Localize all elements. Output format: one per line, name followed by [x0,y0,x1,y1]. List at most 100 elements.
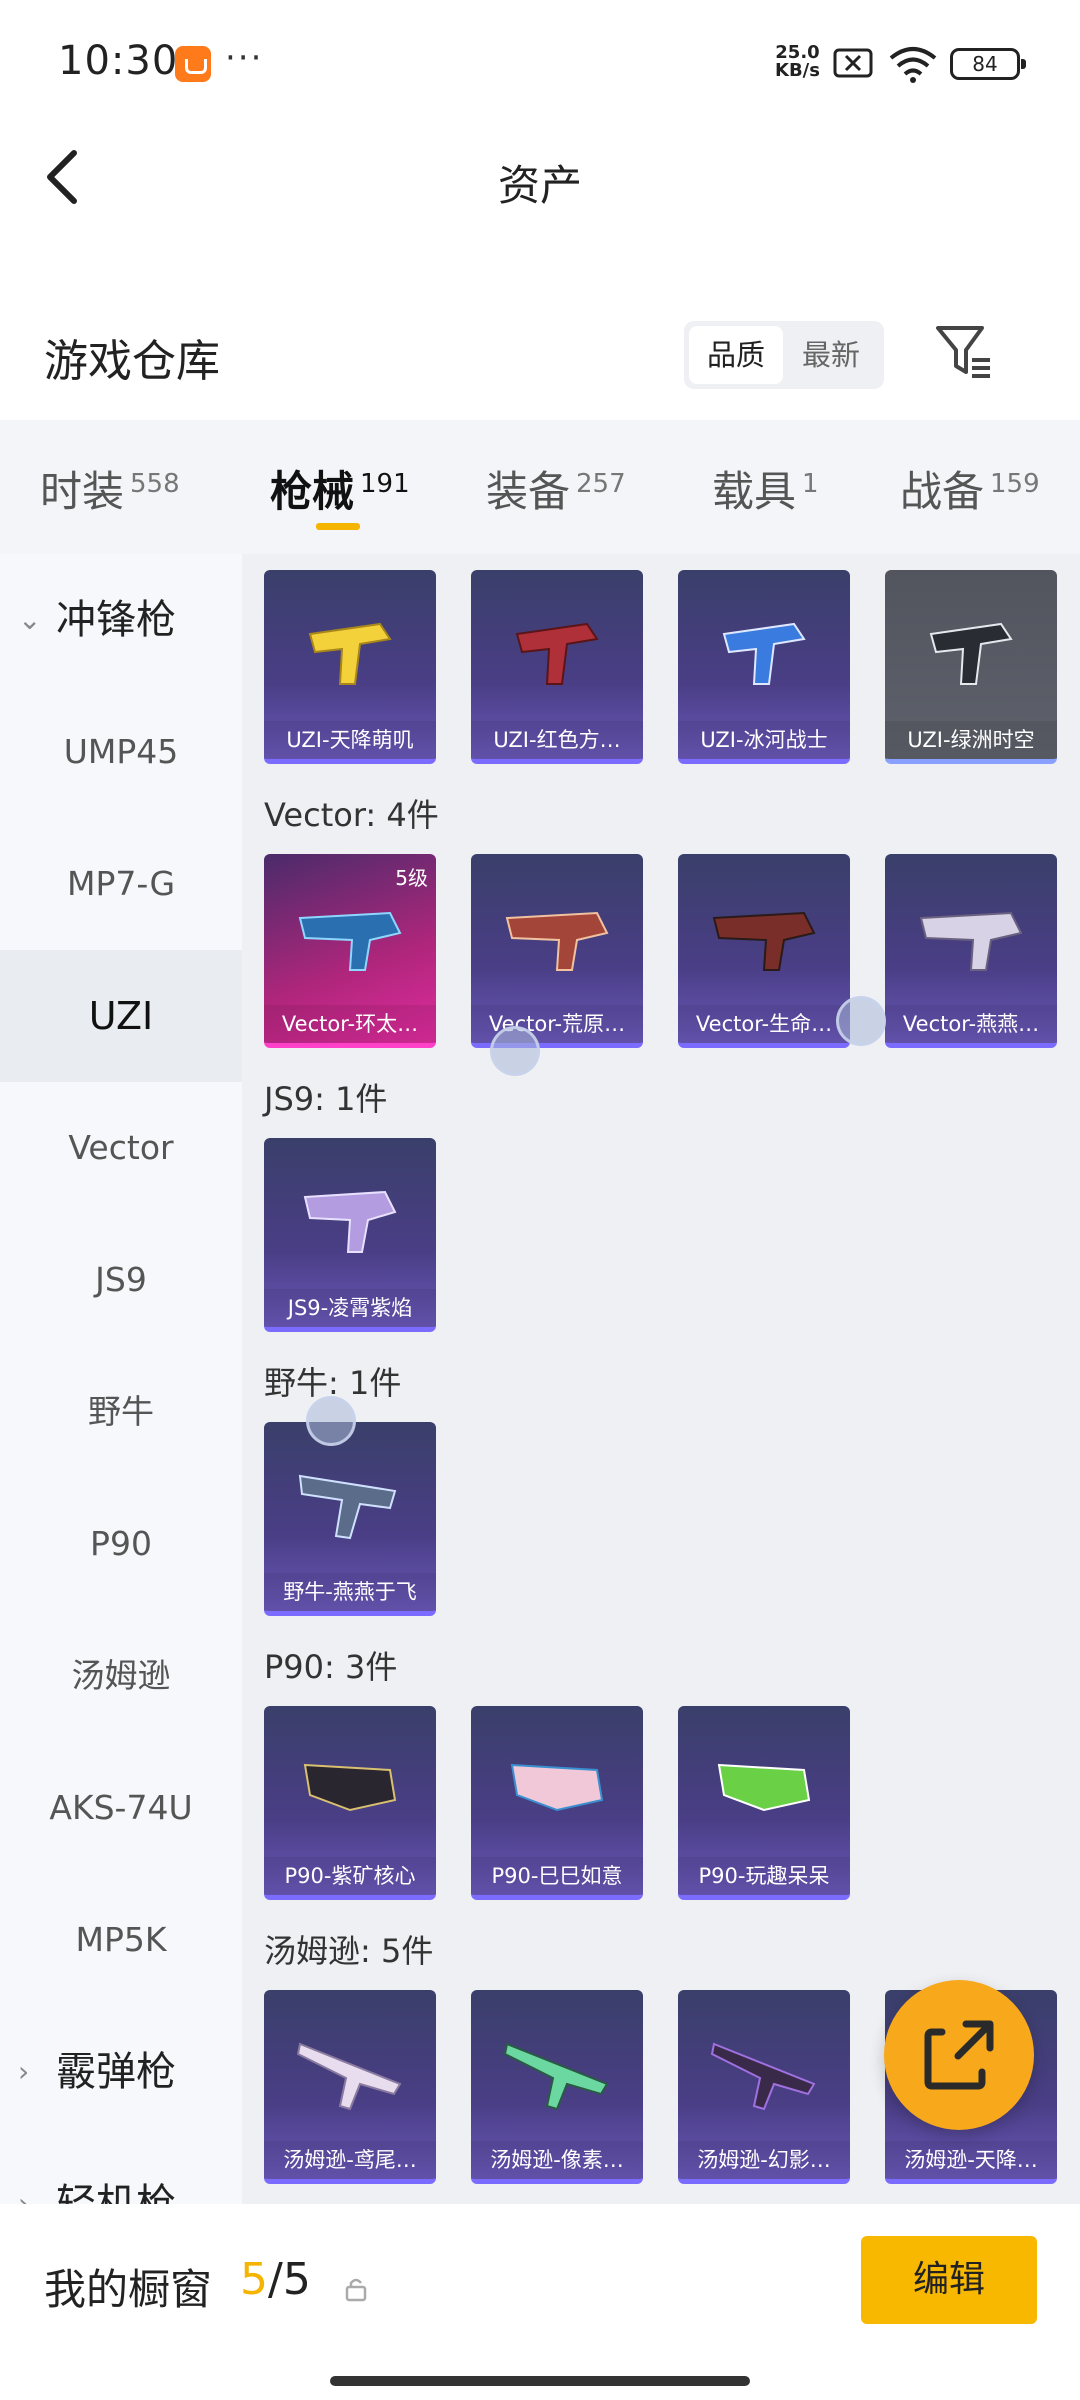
edit-button[interactable]: 编辑 [861,2236,1037,2324]
sidebar-group-label: 冲锋枪 [56,597,176,643]
tab-count: 558 [130,469,180,499]
weapon-image [712,911,816,971]
share-button[interactable] [884,1980,1034,2130]
chevron-right-icon: › [18,2187,30,2204]
weapon-card[interactable]: 汤姆逊-像素… [471,1990,643,2184]
filter-icon[interactable] [934,320,994,384]
weapon-name: UZI-红色方… [471,721,643,759]
tab-fashion[interactable]: 时装 558 [40,458,180,519]
page-title: 资产 [497,161,582,210]
sidebar-item-p90[interactable]: P90 [0,1478,242,1610]
tab-vehicles[interactable]: 载具 1 [712,458,819,519]
tab-count: 1 [802,469,819,499]
tab-label: 枪械 [270,467,355,516]
sort-newest-button[interactable]: 最新 [784,326,878,384]
sidebar-item-bison[interactable]: 野牛 [0,1346,242,1478]
weapon-card[interactable]: 5级 Vector-环太… [264,854,436,1048]
showcase-total: /5 [268,2254,311,2305]
weapon-image [515,622,599,685]
share-icon [924,2020,994,2090]
weapon-name: P90-巳巳如意 [471,1857,643,1895]
showcase-count: 5/5 [240,2254,311,2305]
tab-combat-gear[interactable]: 战备 159 [900,458,1040,519]
showcase-label: 我的橱窗 [44,2265,213,2314]
touch-indicator [306,1396,356,1446]
sidebar-group-label: 轻机枪 [56,2181,176,2204]
sort-quality-button[interactable]: 品质 [689,326,783,384]
weapon-card[interactable]: P90-玩趣呆呆 [678,1706,850,1900]
touch-indicator [836,996,886,1046]
weapon-card[interactable]: P90-紫矿核心 [264,1706,436,1900]
weapon-image [503,2042,609,2111]
weapon-image [722,622,806,685]
weapon-name: Vector-生命… [678,1005,850,1043]
tab-firearms[interactable]: 枪械 191 [270,458,410,519]
weapon-name: UZI-天降萌叽 [264,721,436,759]
weapon-card[interactable]: Vector-燕燕… [885,854,1057,1048]
weapon-card[interactable]: 汤姆逊-幻影… [678,1990,850,2184]
weapon-name: UZI-冰河战士 [678,721,850,759]
weapon-image [303,1763,397,1812]
sidebar-item-js9[interactable]: JS9 [0,1214,242,1346]
weapon-image [296,2042,402,2111]
weapon-name: 汤姆逊-天降… [885,2141,1057,2179]
more-notifications-icon: ··· [225,38,264,78]
weapon-image [308,622,392,685]
weapon-grid: UZI-天降萌叽 UZI-红色方… UZI-冰河战士 UZI-绿洲时空 Vect… [242,554,1080,2204]
tab-equipment[interactable]: 装备 257 [486,458,626,519]
sidebar-item-mp5k[interactable]: MP5K [0,1874,242,2006]
weapon-name: JS9-凌霄紫焰 [264,1289,436,1327]
weapon-card[interactable]: UZI-天降萌叽 [264,570,436,764]
sidebar-item-mp7g[interactable]: MP7-G [0,818,242,950]
sidebar-group-smg[interactable]: ⌄ 冲锋枪 [0,554,242,686]
sidebar-group-label: 霰弹枪 [56,2049,176,2095]
weapon-name: 野牛-燕燕于飞 [264,1573,436,1611]
battery-indicator: 84 [950,48,1026,80]
weapon-card[interactable]: Vector-生命… [678,854,850,1048]
active-tab-indicator [316,523,360,530]
weapon-card[interactable]: UZI-绿洲时空 [885,570,1057,764]
sidebar-group-shotgun[interactable]: › 霰弹枪 [0,2006,242,2138]
wifi-icon [889,47,937,83]
network-speed-unit: KB/s [775,60,820,81]
tab-count: 191 [360,469,410,499]
status-time: 10:30 [58,38,179,84]
weapon-name: 汤姆逊-像素… [471,2141,643,2179]
chevron-down-icon: ⌄ [18,603,42,636]
weapon-image [298,1474,397,1540]
sidebar-item-vector[interactable]: Vector [0,1082,242,1214]
showcase-bar: 我的橱窗 5/5 编辑 [0,2204,1080,2400]
weapon-name: Vector-燕燕… [885,1005,1057,1043]
home-indicator[interactable] [330,2376,750,2386]
weapon-name: 汤姆逊-鸢尾… [264,2141,436,2179]
weapon-card[interactable]: 汤姆逊-鸢尾… [264,1990,436,2184]
weapon-type-sidebar: ⌄ 冲锋枪 UMP45 MP7-G UZI Vector JS9 野牛 P90 … [0,554,242,2204]
weapon-card[interactable]: JS9-凌霄紫焰 [264,1138,436,1332]
sidebar-item-aks74u[interactable]: AKS-74U [0,1742,242,1874]
network-speed: 25.0 KB/s [775,44,820,80]
weapon-image [510,1763,604,1812]
weapon-name: P90-玩趣呆呆 [678,1857,850,1895]
tab-label: 装备 [486,467,571,516]
tab-label: 战备 [900,467,985,516]
weapon-card[interactable]: P90-巳巳如意 [471,1706,643,1900]
sidebar-item-uzi[interactable]: UZI [0,950,242,1082]
sidebar-item-ump45[interactable]: UMP45 [0,686,242,818]
weapon-card[interactable]: Vector-荒原… [471,854,643,1048]
weapon-card[interactable]: UZI-冰河战士 [678,570,850,764]
weapon-name: UZI-绿洲时空 [885,721,1057,759]
touch-indicator [490,1026,540,1076]
tab-count: 257 [576,469,626,499]
tab-label: 载具 [712,467,797,516]
app-notification-icon [175,46,211,82]
weapon-name: Vector-环太… [264,1005,436,1043]
page-header: 资产 [0,130,1080,230]
weapon-name: P90-紫矿核心 [264,1857,436,1895]
sidebar-group-lmg[interactable]: › 轻机枪 [0,2138,242,2204]
showcase-current: 5 [240,2254,268,2305]
sidebar-item-thompson[interactable]: 汤姆逊 [0,1610,242,1742]
group-title-vector: Vector: 4件 [264,796,439,834]
weapon-card[interactable]: 野牛-燕燕于飞 [264,1422,436,1616]
group-title-p90: P90: 3件 [264,1648,398,1686]
weapon-card[interactable]: UZI-红色方… [471,570,643,764]
